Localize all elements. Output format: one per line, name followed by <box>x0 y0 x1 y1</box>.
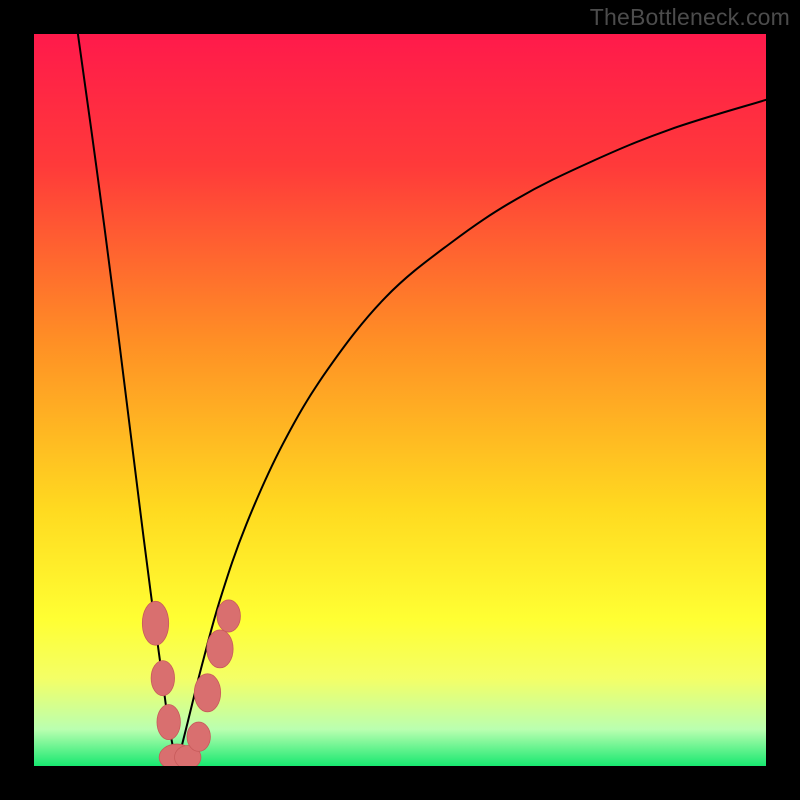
chart-frame: TheBottleneck.com <box>0 0 800 800</box>
data-point <box>207 630 233 668</box>
chart-svg <box>34 34 766 766</box>
curve-right-branch <box>177 100 766 766</box>
plot-area <box>34 34 766 766</box>
data-point <box>151 661 174 696</box>
data-point <box>194 674 220 712</box>
data-point <box>142 601 168 645</box>
data-point <box>157 705 180 740</box>
watermark-text: TheBottleneck.com <box>590 4 790 31</box>
curve-left-branch <box>78 34 177 766</box>
data-point <box>217 600 240 632</box>
data-point <box>187 722 210 751</box>
